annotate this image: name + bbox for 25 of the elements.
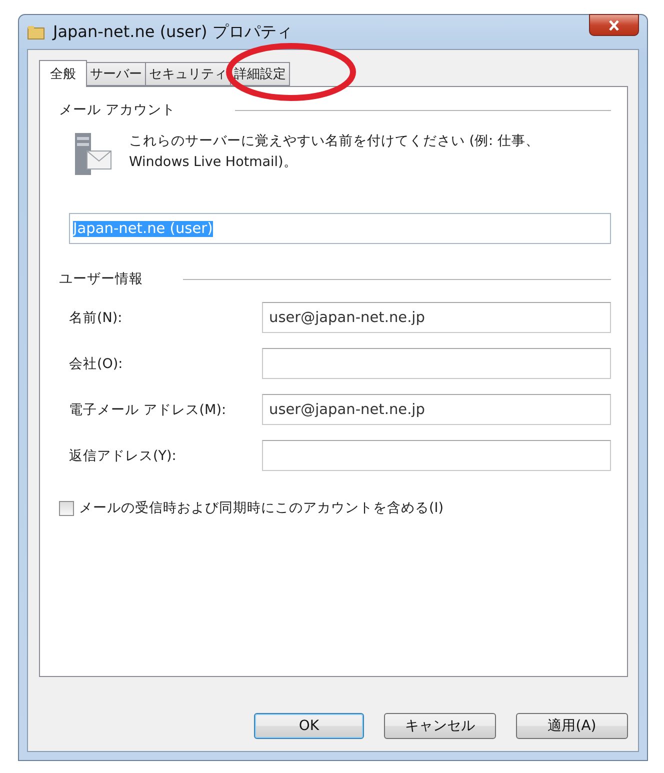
- tab[interactable]: セキュリティ: [145, 62, 231, 86]
- section-heading: ユーザー情報: [59, 270, 143, 288]
- close-button[interactable]: [589, 14, 639, 36]
- folder-icon: [27, 24, 45, 40]
- section-heading: メール アカウント: [59, 101, 176, 119]
- field-label: 返信アドレス(Y):: [69, 446, 178, 464]
- field-label: 会社(O):: [69, 354, 124, 372]
- input-field[interactable]: [262, 348, 611, 379]
- input-field[interactable]: user@japan-net.ne.jp: [262, 394, 611, 425]
- dialog-button[interactable]: 適用(A): [516, 713, 628, 739]
- field-label: 名前(N):: [69, 308, 124, 326]
- tab[interactable]: 全般: [39, 60, 87, 87]
- field-label: 電子メール アドレス(M):: [69, 400, 228, 418]
- dialog-button[interactable]: OK: [254, 713, 364, 739]
- input-field[interactable]: user@japan-net.ne.jp: [262, 302, 611, 333]
- tab[interactable]: 詳細設定: [230, 62, 290, 86]
- close-icon: [608, 20, 620, 30]
- tab[interactable]: サーバー: [86, 62, 146, 86]
- input-field[interactable]: [262, 440, 611, 471]
- mail-server-icon: [73, 131, 113, 177]
- window-title: Japan-net.ne (user) プロパティ: [53, 22, 292, 42]
- checkbox[interactable]: [59, 500, 74, 516]
- dialog-button[interactable]: キャンセル: [384, 713, 496, 739]
- description-text: これらのサーバーに覚えやすい名前を付けてください (例: 仕事、Windows Live Hotmail)。: [129, 132, 540, 172]
- checkbox-label: メールの受信時および同期時にこのアカウントを含める(I): [79, 499, 444, 517]
